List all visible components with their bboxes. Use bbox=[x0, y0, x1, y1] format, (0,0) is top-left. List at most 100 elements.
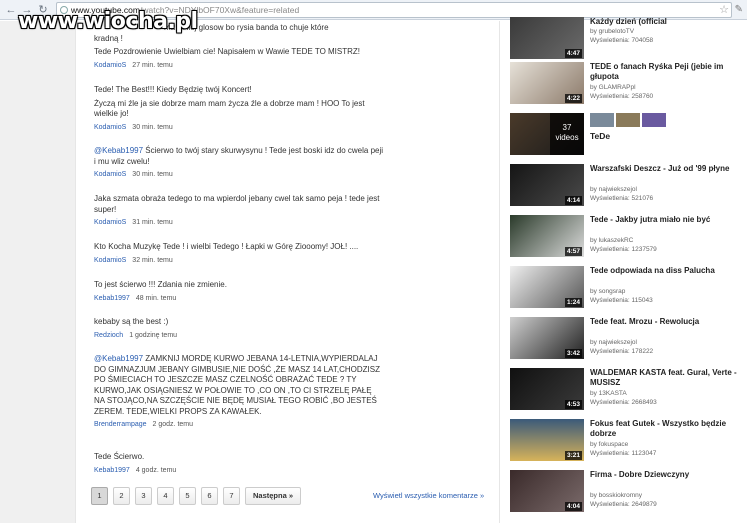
back-icon[interactable]: ← bbox=[4, 3, 18, 17]
page-content: ma mniej glosow bo rysia banda to chuje … bbox=[0, 17, 747, 523]
comment-time: 1 godzinę temu bbox=[129, 331, 178, 339]
comment-author-link[interactable]: KodamioS bbox=[94, 62, 126, 69]
comment-meta: KodamioS 27 min. temu bbox=[94, 62, 384, 69]
page-button-1[interactable]: 1 bbox=[91, 487, 108, 505]
video-thumbnail[interactable]: 4:22 bbox=[510, 62, 584, 104]
playlist-count-number: 37 bbox=[562, 123, 572, 132]
comment-body: ZAMKNIJ MORDĘ KURWO JEBANA 14-LETNIA,WYP… bbox=[94, 354, 380, 416]
related-video[interactable]: 4:22 TEDE o fanach Ryśka Peji (jebie im … bbox=[510, 62, 740, 106]
comment-text: To jest ścierwo !!! Zdania nie zmienie. bbox=[94, 280, 227, 289]
playlist-item[interactable]: 37 videos TeDe bbox=[510, 113, 740, 157]
page-button-3[interactable]: 3 bbox=[135, 487, 152, 505]
view-all-comments-link[interactable]: Wyświetl wszystkie komentarze » bbox=[373, 491, 484, 500]
video-title[interactable]: TEDE o fanach Ryśka Peji (jebie im głupo… bbox=[590, 62, 740, 82]
page-button-7[interactable]: 7 bbox=[223, 487, 240, 505]
video-duration: 4:22 bbox=[564, 94, 582, 103]
comment-text: @Kebab1997 ZAMKNIJ MORDĘ KURWO JEBANA 14… bbox=[94, 354, 384, 417]
comment-time: 30 min. temu bbox=[132, 123, 173, 131]
comment-meta: Redzioch 1 godzinę temu bbox=[94, 332, 384, 339]
video-title[interactable]: Każdy dzień (official bbox=[590, 17, 740, 27]
video-title[interactable]: Tede odpowiada na diss Palucha bbox=[590, 266, 740, 276]
comment: @Kebab1997 ZAMKNIJ MORDĘ KURWO JEBANA 14… bbox=[94, 354, 384, 428]
comment-author-link[interactable]: Kebab1997 bbox=[94, 295, 130, 302]
comment-author-link[interactable]: KodamioS bbox=[94, 171, 126, 178]
wrench-icon[interactable]: ✎ bbox=[735, 3, 743, 17]
video-author: by GLAMRAPpl bbox=[590, 84, 636, 91]
video-author: by grubelotoTV bbox=[590, 28, 635, 35]
video-author: by lukaszekRC bbox=[590, 237, 634, 244]
comment-author-link[interactable]: KodamioS bbox=[94, 257, 126, 264]
comment-author-link[interactable]: KodamioS bbox=[94, 219, 126, 226]
playlist-title[interactable]: TeDe bbox=[590, 131, 610, 141]
video-author: by fokuspace bbox=[590, 441, 629, 448]
comment-text: Kto Kocha Muzykę Tede ! i wielbi Tedego … bbox=[94, 242, 359, 251]
video-views: Wyświetlenia: 521076 bbox=[590, 195, 654, 202]
comment: To jest ścierwo !!! Zdania nie zmienie. … bbox=[94, 280, 384, 302]
comment-text: Tede Pozdrowienie Uwielbiam cie! Napisał… bbox=[94, 47, 361, 56]
playlist-thumbnail[interactable]: 37 videos bbox=[510, 113, 584, 155]
video-title[interactable]: WALDEMAR KASTA feat. Gural, Verte - MUSI… bbox=[590, 368, 740, 388]
video-thumbnail[interactable]: 4:04 bbox=[510, 470, 584, 512]
comment-time: 4 godz. temu bbox=[135, 466, 177, 474]
related-video[interactable]: 4:47 Każdy dzień (official by grubelotoT… bbox=[510, 17, 740, 61]
related-video[interactable]: 1:24 Tede odpowiada na diss Palucha by s… bbox=[510, 266, 740, 310]
comment-text: kradną ! bbox=[94, 33, 123, 43]
video-title[interactable]: Fokus feat Gutek - Wszystko będzie dobrz… bbox=[590, 419, 740, 439]
video-duration: 4:57 bbox=[564, 247, 582, 256]
video-author: by najwiekszejol bbox=[590, 186, 637, 193]
related-video[interactable]: 4:04 Firma - Dobre Dziewczyny by bosskio… bbox=[510, 470, 740, 514]
mention-link[interactable]: @Kebab1997 bbox=[94, 146, 143, 155]
comment-text: Jaka szmata obraża tedego to ma wpierdol… bbox=[94, 194, 380, 214]
page-button-2[interactable]: 2 bbox=[113, 487, 130, 505]
comment-author-link[interactable]: Kebab1997 bbox=[94, 467, 130, 474]
video-thumbnail[interactable]: 1:24 bbox=[510, 266, 584, 308]
bookmark-star-icon[interactable]: ☆ bbox=[719, 3, 729, 17]
video-title[interactable]: Tede feat. Mrozu - Rewolucja bbox=[590, 317, 740, 327]
comment-text: Tede! The Best!!! Kiedy Będzię twój Konc… bbox=[94, 85, 252, 94]
video-title[interactable]: Tede - Jakby jutra miało nie być bbox=[590, 215, 740, 225]
comment-meta: KodamioS 32 min. temu bbox=[94, 257, 384, 264]
video-views: Wyświetlenia: 704058 bbox=[590, 37, 654, 44]
related-video[interactable]: 4:53 WALDEMAR KASTA feat. Gural, Verte -… bbox=[510, 368, 740, 412]
playlist-count-label: videos bbox=[555, 133, 579, 142]
video-thumbnail[interactable]: 4:57 bbox=[510, 215, 584, 257]
related-video[interactable]: 3:42 Tede feat. Mrozu - Rewolucja by naj… bbox=[510, 317, 740, 361]
comment: Jaka szmata obraża tedego to ma wpierdol… bbox=[94, 194, 384, 226]
video-thumbnail[interactable]: 3:42 bbox=[510, 317, 584, 359]
comment-meta: KodamioS 31 min. temu bbox=[94, 219, 384, 226]
video-views: Wyświetlenia: 2649879 bbox=[590, 501, 657, 508]
page-button-6[interactable]: 6 bbox=[201, 487, 218, 505]
video-thumbnail[interactable]: 3:21 bbox=[510, 419, 584, 461]
video-title[interactable]: Warszafski Deszcz - Już od '99 płyne bbox=[590, 164, 740, 174]
video-duration: 1:24 bbox=[564, 298, 582, 307]
related-video[interactable]: 4:14 Warszafski Deszcz - Już od '99 płyn… bbox=[510, 164, 740, 208]
page-button-5[interactable]: 5 bbox=[179, 487, 196, 505]
comment: Kto Kocha Muzykę Tede ! i wielbi Tedego … bbox=[94, 242, 384, 264]
next-page-button[interactable]: Następna » bbox=[245, 487, 302, 505]
comment-author-link[interactable]: KodamioS bbox=[94, 124, 126, 131]
video-thumbnail[interactable]: 4:53 bbox=[510, 368, 584, 410]
left-gutter bbox=[0, 21, 75, 523]
comment-meta: KodamioS 30 min. temu bbox=[94, 171, 384, 178]
related-video[interactable]: 3:21 Fokus feat Gutek - Wszystko będzie … bbox=[510, 419, 740, 463]
comment: kebaby są the best :) Redzioch 1 godzinę … bbox=[94, 317, 384, 339]
video-thumbnail[interactable]: 4:14 bbox=[510, 164, 584, 206]
related-video[interactable]: 4:57 Tede - Jakby jutra miało nie być by… bbox=[510, 215, 740, 259]
comment-author-link[interactable]: Brenderrampage bbox=[94, 421, 147, 428]
video-views: Wyświetlenia: 1123047 bbox=[590, 450, 657, 457]
video-title[interactable]: Firma - Dobre Dziewczyny bbox=[590, 470, 740, 480]
comment-text: Życzą mi źle ja sie dobrze mam mam życza… bbox=[94, 98, 365, 119]
comment-text: Tede Ścierwo. bbox=[94, 452, 145, 461]
related-videos-sidebar: 4:47 Każdy dzień (official by grubelotoT… bbox=[500, 17, 747, 523]
playlist-mini-thumb bbox=[590, 113, 614, 127]
page-button-4[interactable]: 4 bbox=[157, 487, 174, 505]
comment-time: 32 min. temu bbox=[132, 256, 173, 264]
video-views: Wyświetlenia: 115043 bbox=[590, 297, 653, 304]
comments-section: ma mniej glosow bo rysia banda to chuje … bbox=[75, 21, 500, 523]
video-author: by songsrap bbox=[590, 288, 626, 295]
video-thumbnail[interactable]: 4:47 bbox=[510, 17, 584, 59]
mention-link[interactable]: @Kebab1997 bbox=[94, 354, 143, 363]
comment-author-link[interactable]: Redzioch bbox=[94, 332, 123, 339]
comment-text: kebaby są the best :) bbox=[94, 317, 169, 326]
comment-time: 31 min. temu bbox=[132, 219, 173, 226]
